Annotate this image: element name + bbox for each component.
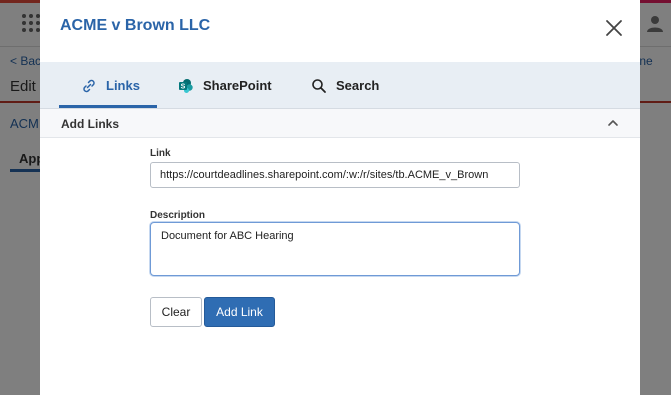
- link-icon: [80, 77, 98, 95]
- tab-sharepoint[interactable]: S SharePoint: [177, 62, 272, 109]
- chevron-up-icon[interactable]: [606, 116, 620, 130]
- modal-title: ACME v Brown LLC: [60, 17, 211, 34]
- svg-text:S: S: [181, 83, 186, 90]
- link-label: Link: [150, 148, 171, 159]
- tab-search[interactable]: Search: [310, 62, 379, 109]
- tab-links-label: Links: [106, 78, 140, 93]
- search-icon: [310, 77, 328, 95]
- active-tab-indicator: [59, 105, 157, 108]
- description-label: Description: [150, 210, 206, 221]
- section-title: Add Links: [61, 117, 120, 131]
- tab-sharepoint-label: SharePoint: [203, 78, 272, 93]
- close-icon[interactable]: [602, 16, 626, 40]
- sharepoint-icon: S: [177, 77, 195, 95]
- links-modal: ACME v Brown LLC Links S SharePoint Sear…: [40, 0, 640, 395]
- clear-button[interactable]: Clear: [150, 297, 202, 327]
- add-link-button[interactable]: Add Link: [204, 297, 275, 327]
- tab-search-label: Search: [336, 78, 380, 93]
- modal-tabs: Links S SharePoint Search: [40, 62, 640, 109]
- modal-header: ACME v Brown LLC: [40, 0, 640, 62]
- link-input[interactable]: https://courtdeadlines.sharepoint.com/:w…: [150, 162, 520, 188]
- description-field[interactable]: Document for ABC Hearing: [150, 222, 520, 276]
- add-links-section-header[interactable]: Add Links: [40, 109, 640, 138]
- tab-links[interactable]: Links: [59, 62, 157, 109]
